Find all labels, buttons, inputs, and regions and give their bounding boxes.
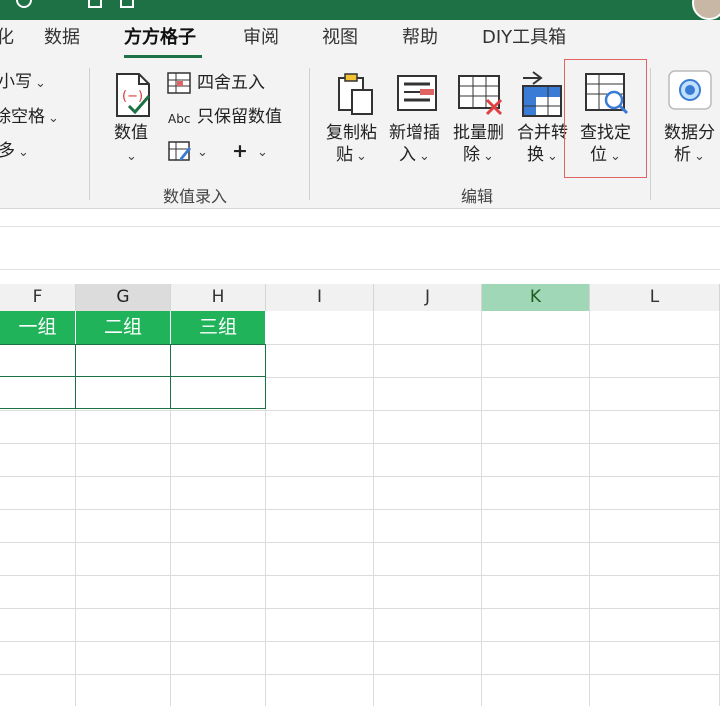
table-cell[interactable] bbox=[75, 344, 171, 377]
data-analysis-label[interactable]: 数据分 bbox=[664, 122, 715, 144]
merge-convert-dropdown[interactable]: 换 ⌄ bbox=[527, 144, 558, 168]
group-label-value-entry: 数值录入 bbox=[163, 187, 228, 206]
column-header-k[interactable]: K bbox=[482, 284, 590, 311]
edit-table-dropdown[interactable]: ⌄ bbox=[194, 140, 208, 164]
tab-review[interactable]: 审阅 bbox=[243, 24, 279, 52]
table-cell[interactable] bbox=[0, 376, 76, 409]
group-three-header-cell[interactable]: 三组 bbox=[171, 311, 266, 344]
column-header-f[interactable]: F bbox=[0, 284, 76, 311]
data-analysis-dropdown[interactable]: 析 ⌄ bbox=[674, 144, 705, 168]
batch-delete-label[interactable]: 批量删 bbox=[453, 122, 504, 144]
copy-paste-dropdown[interactable]: 贴 ⌄ bbox=[336, 144, 367, 168]
number-value-dropdown[interactable]: ⌄ bbox=[126, 144, 137, 168]
data-analysis-icon bbox=[668, 70, 712, 110]
avatar[interactable] bbox=[692, 0, 720, 20]
save-icon[interactable] bbox=[88, 0, 102, 8]
trim-spaces-button[interactable]: 除空格 ⌄ bbox=[0, 106, 59, 130]
column-header-h[interactable]: H bbox=[171, 284, 266, 311]
tab-data[interactable]: 数据 bbox=[44, 24, 80, 52]
column-header-j[interactable]: J bbox=[374, 284, 482, 311]
add-insert-label[interactable]: 新增插 bbox=[389, 122, 440, 144]
copy-paste-icon bbox=[338, 73, 373, 115]
tab-diy-toolbox[interactable]: DIY工具箱 bbox=[482, 24, 566, 52]
plus-button[interactable]: + bbox=[232, 140, 248, 162]
merge-convert-label[interactable]: 合并转 bbox=[517, 122, 568, 144]
group-two-header-cell[interactable]: 二组 bbox=[76, 311, 171, 344]
lowercase-button[interactable]: 小写 ⌄ bbox=[0, 71, 46, 95]
table-cell[interactable] bbox=[170, 344, 266, 377]
table-cell[interactable] bbox=[0, 344, 76, 377]
table-cell[interactable] bbox=[75, 376, 171, 409]
keep-values-button[interactable]: 只保留数值 bbox=[197, 106, 282, 128]
number-value-button[interactable]: 数值 bbox=[114, 122, 148, 144]
copy-paste-label[interactable]: 复制粘 bbox=[326, 122, 377, 144]
group-one-header-cell[interactable]: 一组 bbox=[0, 311, 76, 344]
add-insert-dropdown[interactable]: 入 ⌄ bbox=[399, 144, 430, 168]
edit-table-icon[interactable] bbox=[168, 140, 192, 162]
batch-delete-dropdown[interactable]: 除 ⌄ bbox=[463, 144, 494, 168]
round-button[interactable]: 四舍五入 bbox=[197, 72, 265, 94]
more-button[interactable]: 多 ⌄ bbox=[0, 140, 29, 164]
tab-partial[interactable]: 化 bbox=[0, 24, 14, 52]
number-value-icon: (−) bbox=[116, 73, 151, 117]
abc-icon: Abc bbox=[168, 112, 191, 126]
column-header-g[interactable]: G bbox=[76, 284, 171, 311]
formula-bar[interactable] bbox=[0, 226, 720, 270]
active-tab-indicator bbox=[124, 55, 202, 58]
batch-delete-icon bbox=[458, 75, 503, 116]
sheet-grid[interactable]: 一组 二组 三组 bbox=[0, 311, 720, 706]
menu-bar: 化 数据 方方格子 审阅 视图 帮助 DIY工具箱 bbox=[0, 20, 720, 60]
table-cell[interactable] bbox=[170, 376, 266, 409]
group-label-edit: 编辑 bbox=[461, 187, 494, 206]
column-header-l[interactable]: L bbox=[590, 284, 720, 311]
tab-ffgz[interactable]: 方方格子 bbox=[124, 24, 196, 52]
merge-convert-icon bbox=[522, 71, 562, 117]
add-insert-icon bbox=[397, 75, 437, 111]
column-header-i[interactable]: I bbox=[266, 284, 374, 311]
round-icon bbox=[167, 72, 191, 94]
group-separator bbox=[650, 68, 651, 200]
svg-text:(−): (−) bbox=[122, 89, 143, 104]
title-bar bbox=[0, 0, 720, 20]
plus-dropdown[interactable]: ⌄ bbox=[254, 140, 268, 164]
find-locate-highlight bbox=[564, 59, 647, 178]
autosave-icon[interactable] bbox=[16, 0, 32, 8]
tab-view[interactable]: 视图 bbox=[322, 24, 358, 52]
undo-icon[interactable] bbox=[120, 0, 134, 8]
tab-help[interactable]: 帮助 bbox=[402, 24, 438, 52]
group-separator bbox=[309, 68, 310, 200]
group-separator bbox=[89, 68, 90, 200]
